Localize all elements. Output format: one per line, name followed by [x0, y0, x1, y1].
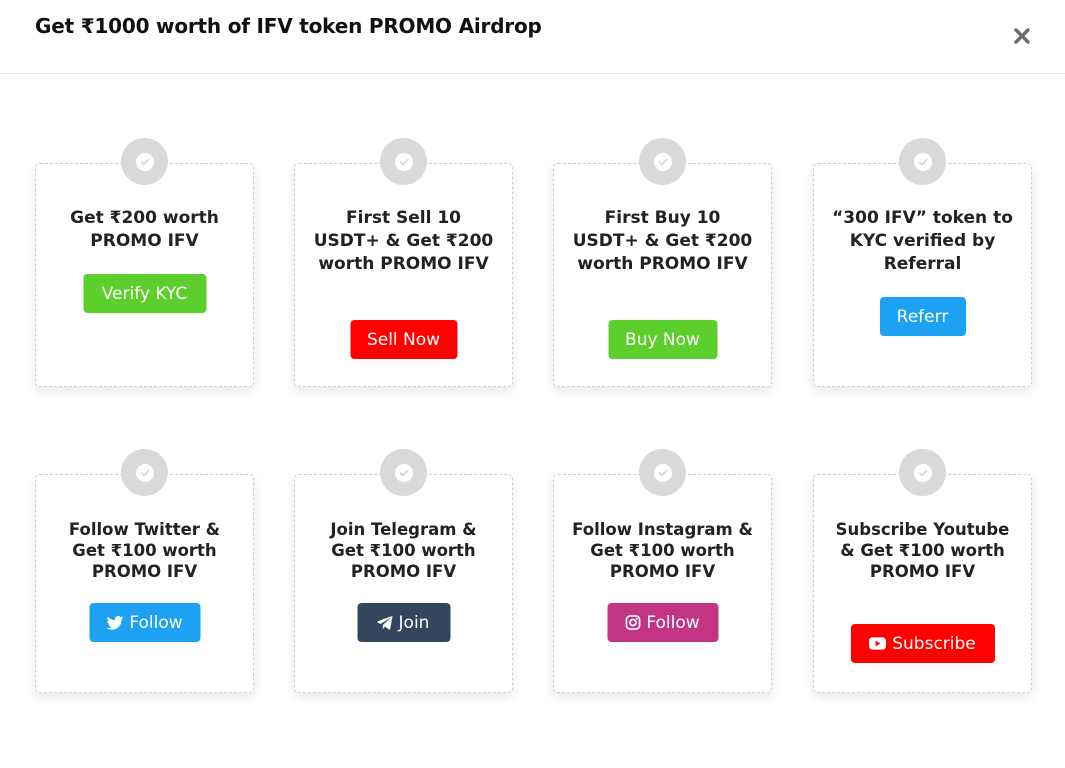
check-icon	[140, 469, 149, 476]
task-card-kyc: Get ₹200 worth PROMO IFV Verify KYC	[35, 138, 254, 387]
check-icon	[918, 158, 927, 165]
follow-label: Follow	[129, 612, 183, 633]
task-description: First Sell 10 USDT+ & Get ₹200 worth PRO…	[313, 208, 494, 274]
instagram-follow-button[interactable]: Follow	[607, 603, 718, 642]
check-circle	[899, 449, 946, 496]
youtube-subscribe-button[interactable]: Subscribe	[850, 624, 995, 663]
sell-now-button[interactable]: Sell Now	[350, 320, 457, 359]
telegram-join-button[interactable]: Join	[357, 603, 450, 642]
task-card-buy: First Buy 10 USDT+ & Get ₹200 worth PROM…	[553, 138, 772, 387]
twitter-icon	[106, 615, 124, 630]
twitter-follow-button[interactable]: Follow	[89, 603, 200, 642]
subscribe-label: Subscribe	[892, 633, 976, 654]
task-description: Get ₹200 worth PROMO IFV	[70, 208, 219, 251]
task-description: Follow Instagram & Get ₹100 worth PROMO …	[572, 520, 753, 581]
task-description: First Buy 10 USDT+ & Get ₹200 worth PROM…	[572, 208, 753, 274]
task-description: Join Telegram & Get ₹100 worth PROMO IFV	[330, 520, 477, 581]
verify-kyc-button[interactable]: Verify KYC	[83, 274, 206, 313]
check-icon	[918, 469, 927, 476]
close-button[interactable]	[1008, 22, 1036, 50]
task-card-telegram: Join Telegram & Get ₹100 worth PROMO IFV…	[294, 449, 513, 693]
task-card-instagram: Follow Instagram & Get ₹100 worth PROMO …	[553, 449, 772, 693]
task-description: “300 IFV” token to KYC verified by Refer…	[832, 208, 1013, 274]
referr-button[interactable]: Referr	[879, 297, 966, 336]
check-icon	[399, 158, 408, 165]
check-icon	[399, 469, 408, 476]
check-circle	[899, 138, 946, 185]
check-circle	[639, 449, 686, 496]
buy-now-button[interactable]: Buy Now	[608, 320, 717, 359]
task-description: Subscribe Youtube & Get ₹100 worth PROMO…	[835, 520, 1010, 581]
modal-header: Get ₹1000 worth of IFV token PROMO Airdr…	[0, 0, 1065, 74]
close-icon[interactable]	[1013, 27, 1031, 45]
check-circle	[639, 138, 686, 185]
check-circle	[380, 138, 427, 185]
instagram-icon	[625, 615, 641, 630]
check-circle	[121, 449, 168, 496]
task-card-sell: First Sell 10 USDT+ & Get ₹200 worth PRO…	[294, 138, 513, 387]
join-label: Join	[398, 612, 430, 633]
check-circle	[380, 449, 427, 496]
modal-title: Get ₹1000 worth of IFV token PROMO Airdr…	[35, 14, 542, 38]
follow-label: Follow	[646, 612, 700, 633]
telegram-icon	[377, 615, 393, 629]
check-icon	[140, 158, 149, 165]
task-card-referral: “300 IFV” token to KYC verified by Refer…	[813, 138, 1032, 387]
check-circle	[121, 138, 168, 185]
task-card-twitter: Follow Twitter & Get ₹100 worth PROMO IF…	[35, 449, 254, 693]
task-description: Follow Twitter & Get ₹100 worth PROMO IF…	[68, 520, 221, 581]
youtube-icon	[869, 637, 887, 650]
check-icon	[658, 469, 667, 476]
check-icon	[658, 158, 667, 165]
task-card-youtube: Subscribe Youtube & Get ₹100 worth PROMO…	[813, 449, 1032, 693]
